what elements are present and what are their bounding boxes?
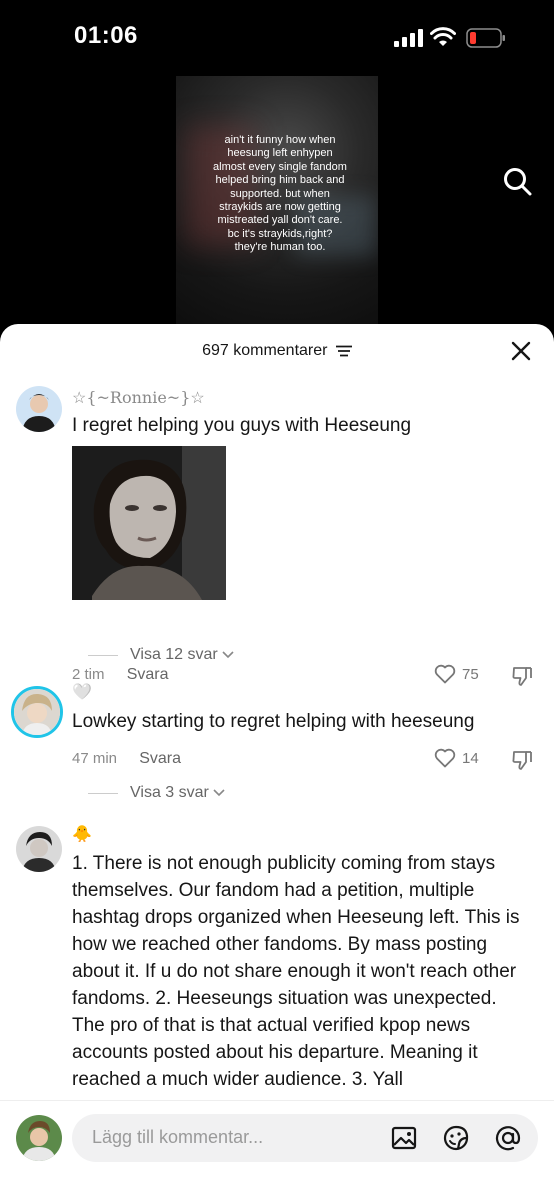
comment-item: 🐥 1. There is not enough publicity comin… — [0, 824, 554, 1124]
comment-time: 47 min — [72, 750, 118, 767]
like-count: 14 — [462, 749, 479, 767]
divider-line — [88, 654, 118, 656]
avatar[interactable] — [16, 826, 62, 872]
heart-icon — [434, 748, 456, 768]
comment-username[interactable]: ☆{~Ronnie~}☆ — [72, 388, 205, 407]
chevron-down-icon — [222, 651, 234, 659]
wifi-icon — [430, 27, 456, 46]
cellular-signal-icon — [394, 29, 423, 47]
view-replies-button[interactable]: Visa 12 svar — [88, 646, 234, 664]
comment-count[interactable]: 697 kommentarer — [0, 342, 554, 360]
comment-item: 🤍 Lowkey starting to regret helping with… — [0, 680, 554, 800]
avatar[interactable] — [16, 386, 62, 432]
video-player[interactable]: ain't it funny how when heesung left enh… — [0, 76, 554, 336]
avatar-image — [16, 1115, 62, 1161]
portrait-photo — [72, 446, 226, 600]
comment-item: ☆{~Ronnie~}☆ I regret helping you guys w… — [0, 378, 554, 686]
view-replies-label: Visa 12 svar — [130, 646, 218, 663]
comment-meta: 47 min Svara — [72, 750, 181, 768]
comment-text: Lowkey starting to regret helping with h… — [72, 711, 475, 732]
close-icon[interactable] — [510, 340, 532, 362]
comments-sheet: 697 kommentarer ☆{~Ronnie~}☆ I regret he… — [0, 324, 554, 1200]
status-bar: 01:06 — [0, 0, 554, 76]
reply-button[interactable]: Svara — [139, 750, 181, 767]
comment-input-container — [72, 1114, 538, 1162]
comment-count-label: 697 kommentarer — [202, 342, 328, 359]
comment-attached-image[interactable] — [72, 446, 226, 600]
video-frame: ain't it funny how when heesung left enh… — [176, 76, 378, 326]
comment-username[interactable]: 🤍 — [72, 682, 92, 702]
avatar[interactable] — [11, 686, 63, 738]
avatar-image — [14, 689, 60, 735]
avatar-image — [16, 386, 62, 432]
avatar-image — [16, 826, 62, 872]
video-caption: ain't it funny how when heesung left enh… — [213, 134, 347, 254]
status-time: 01:06 — [74, 22, 138, 49]
sort-icon[interactable] — [335, 345, 352, 357]
current-user-avatar[interactable] — [16, 1115, 62, 1161]
comment-text: 1. There is not enough publicity coming … — [72, 853, 520, 1090]
dislike-icon[interactable] — [510, 748, 534, 772]
comment-username[interactable]: 🐥 — [72, 824, 92, 844]
like-button[interactable]: 14 — [434, 748, 479, 768]
view-replies-button[interactable]: Visa 3 svar — [88, 784, 225, 802]
image-icon[interactable] — [390, 1124, 418, 1152]
comments-header: 697 kommentarer — [0, 324, 554, 378]
search-icon[interactable] — [502, 166, 534, 198]
chevron-down-icon — [213, 789, 225, 797]
emoji-sticker-icon[interactable] — [442, 1124, 470, 1152]
mention-icon[interactable] — [494, 1124, 522, 1152]
comment-input-bar — [0, 1100, 554, 1201]
comment-text: I regret helping you guys with Heeseung — [72, 415, 412, 436]
battery-low-icon — [466, 28, 505, 48]
view-replies-label: Visa 3 svar — [130, 784, 209, 801]
divider-line — [88, 792, 118, 794]
comment-input[interactable] — [90, 1126, 374, 1149]
